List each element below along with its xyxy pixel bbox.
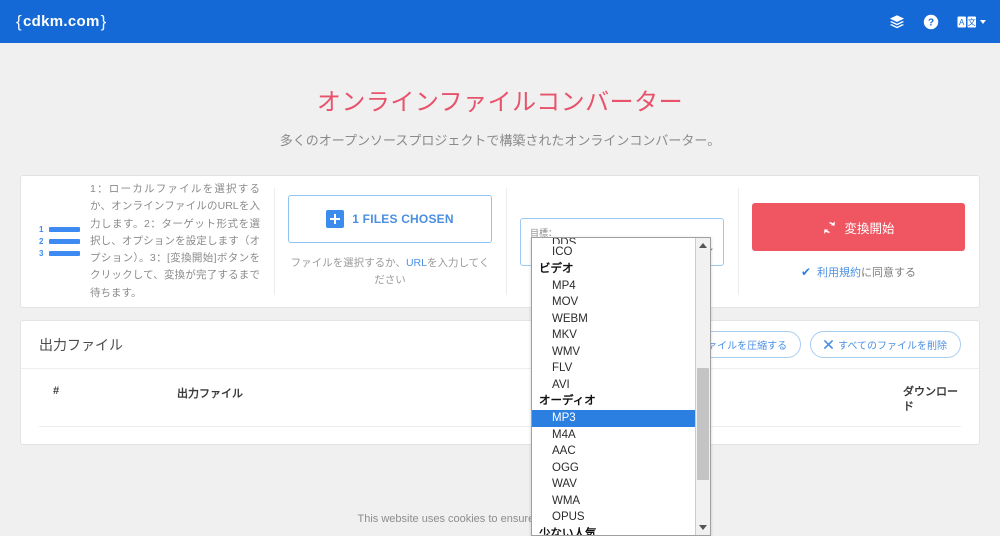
dropdown-option[interactable]: WMA xyxy=(532,493,695,510)
output-files-title: 出力ファイル xyxy=(39,336,123,353)
dropdown-option[interactable]: WAV xyxy=(532,476,695,493)
converter-card: 1 2 3 1：ローカルファイルを選択するか、オンラインファイルのURLを入力し… xyxy=(20,175,980,308)
logo-brace-right: } xyxy=(100,11,107,31)
dropdown-option-selected[interactable]: MP3 xyxy=(532,410,695,427)
top-navbar: { cdkm.com } ? A 文 xyxy=(0,0,1000,43)
checkbox-checked-icon[interactable]: ✔ xyxy=(801,266,811,278)
file-chooser-hint: ファイルを選択するか、URLを入力してください xyxy=(288,255,492,289)
terms-link[interactable]: 利用規約 xyxy=(817,267,861,279)
dropdown-group-label: ビデオ xyxy=(539,262,574,275)
dropdown-option[interactable]: ICO xyxy=(532,244,695,261)
dropdown-option[interactable]: AVI xyxy=(532,377,695,394)
convert-column: 変換開始 ✔ 利用規約に同意する xyxy=(738,176,979,307)
page-subtitle: 多くのオープンソースプロジェクトで構築されたオンラインコンバーター。 xyxy=(279,133,721,149)
dropdown-option[interactable]: OGG xyxy=(532,460,695,477)
ordered-list-icon: 1 2 3 xyxy=(35,224,80,258)
help-circle-icon[interactable]: ? xyxy=(923,14,939,30)
language-icon[interactable]: A 文 xyxy=(957,16,986,28)
steps-column: 1 2 3 1：ローカルファイルを選択するか、オンラインファイルのURLを入力し… xyxy=(21,176,274,307)
site-logo[interactable]: { cdkm.com } xyxy=(16,12,107,32)
dropdown-option[interactable]: MP4 xyxy=(532,278,695,295)
dropdown-option[interactable]: M4A xyxy=(532,427,695,444)
dropdown-option[interactable]: FLV xyxy=(532,360,695,377)
output-table-header: # 出力ファイル ダウンロード xyxy=(39,369,961,427)
terms-suffix: に同意する xyxy=(861,267,917,279)
target-format-dropdown[interactable]: DDS ICO ビデオ MP4 MOV WEBM MKV WMV FLV AVI オーディオ MP3 M… xyxy=(531,237,711,536)
svg-text:A: A xyxy=(959,18,965,27)
choose-files-button[interactable]: 1 FILES CHOSEN xyxy=(288,194,492,243)
hint-prefix: ファイルを選択するか、 xyxy=(290,256,406,269)
dropdown-option[interactable]: MKV xyxy=(532,327,695,344)
url-input-link[interactable]: URL xyxy=(406,257,427,269)
chevron-down-icon xyxy=(980,19,986,24)
delete-all-label: すべてのファイルを削除 xyxy=(838,341,947,352)
dropdown-group-label: 少ない人気 xyxy=(539,527,597,536)
scroll-up-arrow[interactable] xyxy=(696,238,710,253)
file-chooser-column: 1 FILES CHOSEN ファイルを選択するか、URLを入力してください xyxy=(274,176,506,307)
svg-text:文: 文 xyxy=(968,17,976,27)
delete-all-button[interactable]: すべてのファイルを削除 xyxy=(810,331,961,358)
page-title: オンラインファイルコンバーター xyxy=(316,89,684,116)
terms-agreement: ✔ 利用規約に同意する xyxy=(752,264,965,280)
hero-section: オンラインファイルコンバーター 多くのオープンソースプロジェクトで構築されたオン… xyxy=(0,43,1000,149)
target-format-option-list[interactable]: DDS ICO ビデオ MP4 MOV WEBM MKV WMV FLV AVI オーディオ MP3 M… xyxy=(532,238,695,535)
scrollbar-thumb[interactable] xyxy=(697,368,709,480)
dropdown-scrollbar[interactable] xyxy=(695,238,710,535)
column-header-download: ダウンロード xyxy=(903,386,958,414)
dropdown-option[interactable]: MOV xyxy=(532,294,695,311)
output-files-card: 出力ファイル すべてのファイルを圧縮する すべてのファイルを削除 # 出力ファイ… xyxy=(20,320,980,445)
dropdown-group-label: オーディオ xyxy=(539,395,596,407)
dropdown-option[interactable]: WMV xyxy=(532,344,695,361)
choose-files-label: 1 FILES CHOSEN xyxy=(352,211,454,226)
close-icon xyxy=(824,340,834,349)
instructions-text: 1：ローカルファイルを選択するか、オンラインファイルのURLを入力します。2：タ… xyxy=(90,182,260,299)
layers-icon[interactable] xyxy=(889,14,905,30)
refresh-icon xyxy=(824,220,836,234)
start-conversion-label: 変換開始 xyxy=(844,221,895,236)
dropdown-option[interactable]: WEBM xyxy=(532,311,695,328)
ol-number-1: 1 xyxy=(39,224,44,234)
navbar-actions: ? A 文 xyxy=(889,14,986,30)
cookie-notice: This website uses cookies to ensure you … xyxy=(0,502,1000,536)
dropdown-option[interactable]: AAC xyxy=(532,443,695,460)
ol-number-3: 3 xyxy=(39,248,44,258)
column-header-number: # xyxy=(53,385,60,397)
logo-text: cdkm.com xyxy=(22,13,100,30)
dropdown-option[interactable]: OPUS xyxy=(532,509,695,526)
logo-brace-left: { xyxy=(16,11,22,31)
output-files-header: 出力ファイル すべてのファイルを圧縮する すべてのファイルを削除 xyxy=(21,321,979,369)
plus-icon xyxy=(326,209,345,228)
scroll-down-arrow[interactable] xyxy=(696,520,710,535)
ol-number-2: 2 xyxy=(39,236,44,246)
svg-text:?: ? xyxy=(928,17,934,28)
start-conversion-button[interactable]: 変換開始 xyxy=(752,203,965,251)
